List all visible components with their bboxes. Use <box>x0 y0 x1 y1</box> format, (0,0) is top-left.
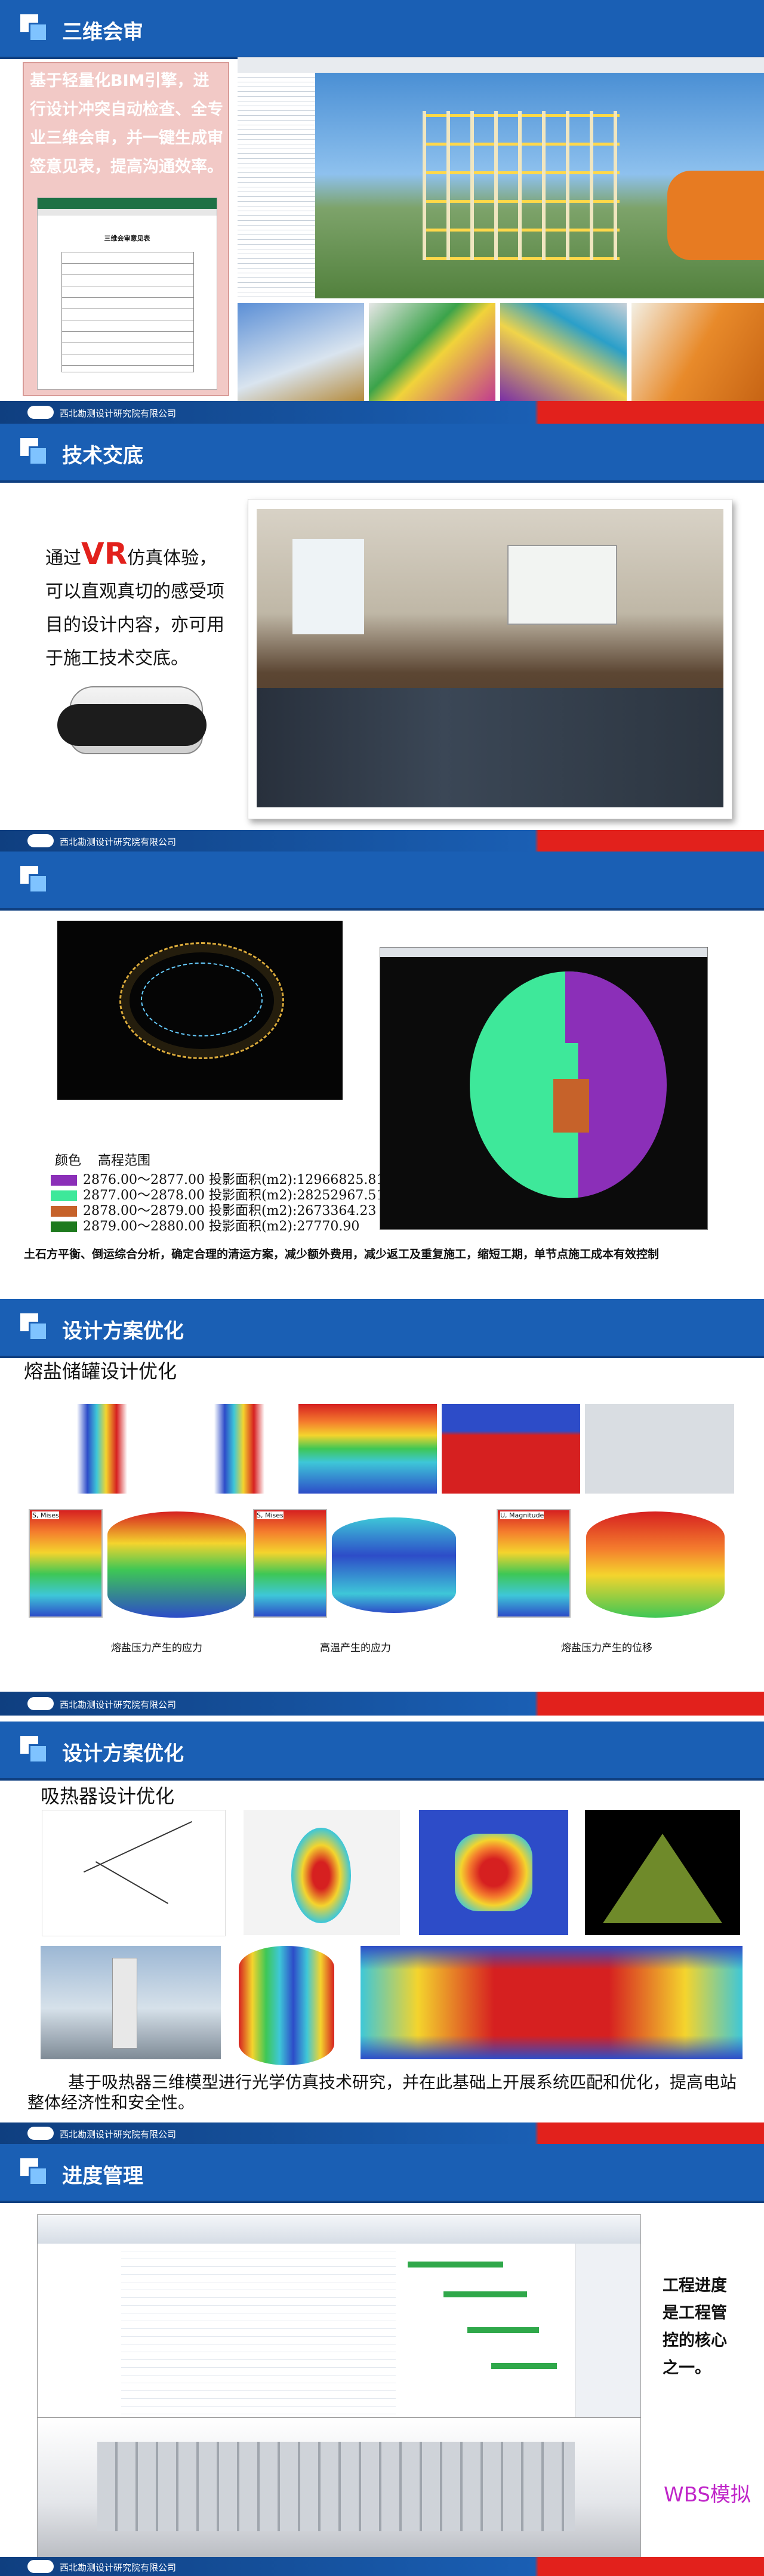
footer-bar: 西北勘测设计研究院有限公司 <box>0 2557 764 2576</box>
wbs-simulation-label: WBS模拟 <box>664 2483 751 2507</box>
footer-bar: 西北勘测设计研究院有限公司 <box>0 830 764 852</box>
project-schedule-software <box>37 2214 641 2418</box>
legend-header: 颜色 高程范围 <box>55 1153 151 1168</box>
flux-heatmap-2 <box>419 1810 568 1935</box>
legend-mises-2: S, Mises <box>253 1509 327 1618</box>
section-subtitle: 吸热器设计优化 <box>41 1785 175 1807</box>
section-header: 设计方案优化 <box>0 1722 764 1781</box>
section-logo-icon <box>20 438 48 465</box>
footer-bar: 西北勘测设计研究院有限公司 <box>0 1692 764 1716</box>
section-title: 设计方案优化 <box>62 1742 184 1766</box>
footer-company: 西北勘测设计研究院有限公司 <box>60 408 177 419</box>
site-contour-map <box>57 921 343 1100</box>
company-logo-icon <box>27 2560 54 2573</box>
wbs-4d-simulation <box>37 2417 641 2559</box>
vr-headset-image <box>51 674 212 758</box>
footer-company: 西北勘测设计研究院有限公司 <box>60 1699 177 1710</box>
fea-strip-3 <box>298 1404 437 1494</box>
vr-highlight: VR <box>81 536 128 571</box>
section-logo-icon <box>20 14 48 42</box>
company-logo-icon <box>27 406 54 419</box>
earthwork-caption: 土石方平衡、倒运综合分析，确定合理的清运方案，减少额外费用，减少返工及重复施工，… <box>24 1248 660 1261</box>
tank-stress-model-1 <box>107 1511 246 1618</box>
vr-intro: 通过VR仿真体验， 可以直观真切的感受项目的设计内容，亦可用于施工技术交底。 <box>45 537 227 675</box>
review-form-title: 三维会审意见表 <box>104 235 150 242</box>
description-text: 基于轻量化BIM引擎，进行设计冲突自动检查、全专业三维会审，并一键生成审签意见表… <box>30 72 223 176</box>
slide-progress-management: 进度管理 工程进度是工程管控的核心之一。 WBS模拟 西北勘测设计研究院有限公司 <box>0 2144 764 2576</box>
description-card: 基于轻量化BIM引擎，进行设计冲突自动检查、全专业三维会审，并一键生成审签意见表… <box>23 62 229 396</box>
vr-prefix: 通过 <box>45 548 81 569</box>
clash-view-3 <box>500 303 627 401</box>
slide-3d-review: 三维会审 基于轻量化BIM引擎，进行设计冲突自动检查、全专业三维会审，并一键生成… <box>0 0 764 424</box>
legend-magnitude: U, Magnitude <box>497 1509 571 1618</box>
legend-title: S, Mises <box>32 1511 59 1519</box>
section-header: 进度管理 <box>0 2144 764 2203</box>
footer-company: 西北勘测设计研究院有限公司 <box>60 2129 177 2140</box>
legend-swatch <box>51 1221 77 1232</box>
section-title: 三维会审 <box>62 20 143 44</box>
section-logo-icon <box>20 2158 48 2186</box>
review-form-document: 三维会审意见表 <box>37 198 217 390</box>
section-header: 三维会审 <box>0 0 764 59</box>
company-logo-icon <box>27 1697 54 1710</box>
section-header: 设计方案优化 <box>0 1299 764 1358</box>
legend-title: U, Magnitude <box>500 1511 544 1519</box>
flux-heatmap-1 <box>244 1810 400 1935</box>
legend-mises-1: S, Mises <box>29 1509 103 1618</box>
legend-title: S, Mises <box>257 1511 284 1519</box>
section-logo-icon <box>20 1313 48 1341</box>
section-title: 设计方案优化 <box>62 1319 184 1343</box>
slide-earthwork: 颜色 高程范围 2876.00～2877.00 投影面积(m2):1296682… <box>0 852 764 1275</box>
photo-frame <box>248 499 732 819</box>
footer-bar: 西北勘测设计研究院有限公司 <box>0 2122 764 2144</box>
bim-review-screenshot <box>238 57 764 298</box>
flux-distribution-map <box>361 1946 743 2059</box>
result-label-3: 熔盐压力产生的位移 <box>561 1642 652 1654</box>
section-logo-icon <box>20 866 48 893</box>
result-label-1: 熔盐压力产生的应力 <box>111 1642 202 1654</box>
meeting-photo <box>257 509 723 807</box>
slide-receiver-optimization: 设计方案优化 吸热器设计优化 基于吸热器三维模型进行光学仿真技术研究，并在此基础… <box>0 1716 764 2144</box>
section-subtitle: 熔盐储罐设计优化 <box>24 1360 177 1383</box>
optics-diagram <box>42 1810 226 1936</box>
section-header <box>0 852 764 911</box>
fea-strip-1 <box>24 1404 156 1494</box>
fea-strip-2 <box>161 1404 294 1494</box>
section-logo-icon <box>20 1736 48 1763</box>
company-logo-icon <box>27 834 54 847</box>
footer-bar: 西北勘测设计研究院有限公司 <box>0 401 764 424</box>
ray-tracing-view <box>585 1810 740 1935</box>
vr-description: 可以直观真切的感受项目的设计内容，亦可用于施工技术交底。 <box>45 581 224 669</box>
section-title: 进度管理 <box>62 2164 143 2188</box>
section-header: 技术交底 <box>0 424 764 483</box>
progress-side-text: 工程进度是工程管控的核心之一。 <box>663 2276 727 2377</box>
elevation-legend-row: 2879.00～2880.00 投影面积(m2):27770.90 <box>51 1215 359 1235</box>
clash-view-4 <box>631 303 764 401</box>
result-label-2: 高温产生的应力 <box>320 1642 391 1654</box>
clash-view-2 <box>369 303 495 401</box>
tank-stress-model-2 <box>332 1517 456 1613</box>
footer-company: 西北勘测设计研究院有限公司 <box>60 837 177 847</box>
vr-suffix: 仿真体验， <box>127 548 217 569</box>
footer-company: 西北勘测设计研究院有限公司 <box>60 2562 177 2573</box>
slide-tank-optimization: 设计方案优化 熔盐储罐设计优化 S, Mises S, Mises U, Mag… <box>0 1275 764 1716</box>
receiver-caption: 基于吸热器三维模型进行光学仿真技术研究，并在此基础上开展系统匹配和优化，提高电站… <box>27 2072 737 2112</box>
tank-displacement-model <box>586 1511 725 1618</box>
elevation-analysis-window <box>380 947 708 1230</box>
clash-view-1 <box>238 303 364 401</box>
fea-strip-4 <box>442 1404 580 1494</box>
section-title: 技术交底 <box>62 444 143 468</box>
solar-tower-photo <box>41 1946 221 2059</box>
slide-tech-briefing: 技术交底 通过VR仿真体验， 可以直观真切的感受项目的设计内容，亦可用于施工技术… <box>0 424 764 852</box>
fea-strip-5 <box>585 1404 734 1494</box>
receiver-cylinder-model <box>239 1946 334 2065</box>
company-logo-icon <box>27 2127 54 2140</box>
